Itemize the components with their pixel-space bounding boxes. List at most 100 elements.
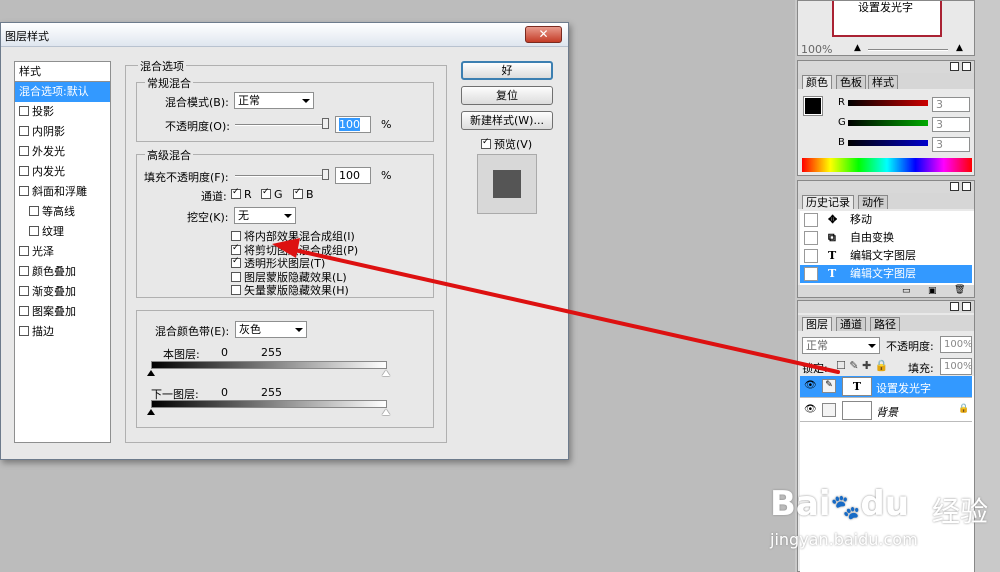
new-style-button[interactable]: 新建样式(W)... — [461, 111, 553, 130]
close-icon[interactable] — [962, 182, 971, 191]
new-document-icon[interactable]: ▭ — [902, 286, 911, 296]
fill-slider-track[interactable] — [235, 175, 327, 177]
knockout-select[interactable]: 无 — [234, 207, 296, 224]
eye-icon[interactable]: 👁 — [804, 380, 817, 391]
style-list-item[interactable]: 光泽 — [15, 242, 110, 262]
history-snapshot-box[interactable] — [804, 213, 818, 227]
checkbox-icon[interactable] — [19, 186, 29, 196]
style-list-item[interactable]: 图案叠加 — [15, 302, 110, 322]
navigator-zoom-slider[interactable] — [868, 49, 948, 51]
lock-icons[interactable]: ☐ ✎ ✚ 🔒 — [836, 359, 888, 372]
channel-slider[interactable] — [848, 140, 928, 146]
layer-name[interactable]: 设置发光字 — [876, 380, 931, 396]
opacity-slider-track[interactable] — [235, 124, 327, 126]
history-item[interactable]: T 编辑文字图层 — [800, 247, 972, 265]
panel-tab[interactable]: 图层 — [802, 317, 832, 331]
style-list-item[interactable]: 描边 — [15, 322, 110, 342]
eye-icon[interactable]: 👁 — [804, 404, 817, 415]
checkbox-icon[interactable] — [19, 166, 29, 176]
panel-tab[interactable]: 通道 — [836, 317, 866, 331]
under-layer-black-handle[interactable] — [147, 409, 155, 415]
history-snapshot-box[interactable] — [804, 249, 818, 263]
this-layer-black-handle[interactable] — [147, 370, 155, 376]
dialog-titlebar[interactable]: 图层样式 ✕ — [1, 23, 568, 47]
opacity-slider-thumb[interactable] — [322, 118, 329, 129]
channel-b-checkbox[interactable]: B — [293, 187, 314, 201]
close-icon[interactable] — [962, 302, 971, 311]
checkbox-icon[interactable] — [29, 226, 39, 236]
checkbox-icon[interactable] — [29, 206, 39, 216]
under-layer-white-handle[interactable] — [382, 409, 390, 415]
history-item[interactable]: T 编辑文字图层 — [800, 265, 972, 283]
style-list-item[interactable]: 内阴影 — [15, 122, 110, 142]
snapshot-icon[interactable]: ▣ — [928, 286, 937, 296]
panel-tab[interactable]: 动作 — [858, 195, 888, 209]
checkbox-icon[interactable] — [19, 146, 29, 156]
channel-g-checkbox[interactable]: G — [261, 187, 283, 201]
layer-opacity-input[interactable]: 100% — [940, 336, 973, 353]
fill-slider-thumb[interactable] — [322, 169, 329, 180]
checkbox-icon[interactable] — [19, 246, 29, 256]
layer-row[interactable]: 👁 背景 🔒 — [800, 400, 972, 422]
brush-link-icon[interactable] — [822, 403, 836, 417]
panel-tab[interactable]: 色板 — [836, 75, 866, 89]
channel-slider[interactable] — [848, 100, 928, 106]
history-item[interactable]: ⧉ 自由变换 — [800, 229, 972, 247]
ok-button[interactable]: 好 — [461, 61, 553, 80]
trash-icon[interactable]: 🗑 — [954, 285, 965, 295]
minimize-icon[interactable] — [950, 182, 959, 191]
fill-opacity-input[interactable]: 100 — [335, 167, 371, 184]
style-list-item[interactable]: 斜面和浮雕 — [15, 182, 110, 202]
navigator-zoom-out-icon[interactable]: ▲ — [854, 43, 861, 53]
history-item[interactable]: ✥ 移动 — [800, 211, 972, 229]
color-spectrum[interactable] — [802, 158, 972, 172]
channel-value-input[interactable]: 3 — [932, 137, 970, 152]
style-list-item[interactable]: 混合选项:默认 — [15, 82, 110, 102]
checkbox-icon[interactable] — [19, 326, 29, 336]
foreground-swatch[interactable] — [803, 96, 823, 116]
preview-checkbox[interactable]: 预览(V) — [481, 136, 532, 152]
panel-tab[interactable]: 颜色 — [802, 75, 832, 89]
style-list-item[interactable]: 颜色叠加 — [15, 262, 110, 282]
style-list-item[interactable]: 等高线 — [15, 202, 110, 222]
minimize-icon[interactable] — [950, 62, 959, 71]
brush-link-icon[interactable]: ✎ — [822, 379, 836, 393]
this-layer-white-handle[interactable] — [382, 370, 390, 376]
panel-tab[interactable]: 历史记录 — [802, 195, 854, 209]
layer-blend-select[interactable]: 正常 — [802, 337, 880, 354]
checkbox-icon[interactable] — [19, 106, 29, 116]
advanced-option-checkbox[interactable]: 矢量蒙版隐藏效果(H) — [231, 282, 349, 298]
navigator-zoom-in-icon[interactable]: ▲ — [956, 43, 963, 53]
color-panel-titlebar[interactable] — [798, 61, 974, 73]
history-titlebar[interactable] — [798, 181, 974, 193]
close-icon[interactable] — [962, 62, 971, 71]
style-list-item[interactable]: 外发光 — [15, 142, 110, 162]
layer-name[interactable]: 背景 — [876, 404, 898, 420]
history-snapshot-box[interactable] — [804, 267, 818, 281]
layers-titlebar[interactable] — [798, 301, 974, 313]
checkbox-icon[interactable] — [19, 286, 29, 296]
blend-mode-select[interactable]: 正常 — [234, 92, 314, 109]
blend-if-select[interactable]: 灰色 — [235, 321, 307, 338]
layer-row[interactable]: 👁 ✎ T 设置发光字 — [800, 376, 972, 398]
navigator-zoom[interactable]: 100% — [801, 43, 832, 56]
panel-tab[interactable]: 样式 — [868, 75, 898, 89]
channel-value-input[interactable]: 3 — [932, 97, 970, 112]
reset-button[interactable]: 复位 — [461, 86, 553, 105]
checkbox-icon[interactable] — [19, 306, 29, 316]
style-list-item[interactable]: 投影 — [15, 102, 110, 122]
close-button[interactable]: ✕ — [525, 26, 562, 43]
opacity-input[interactable]: 100 — [335, 116, 371, 133]
channel-r-checkbox[interactable]: R — [231, 187, 252, 201]
checkbox-icon[interactable] — [19, 266, 29, 276]
channel-value-input[interactable]: 3 — [932, 117, 970, 132]
style-list-item[interactable]: 纹理 — [15, 222, 110, 242]
checkbox-icon[interactable] — [19, 126, 29, 136]
style-list-item[interactable]: 渐变叠加 — [15, 282, 110, 302]
history-snapshot-box[interactable] — [804, 231, 818, 245]
layer-fill-input[interactable]: 100% — [940, 358, 973, 375]
minimize-icon[interactable] — [950, 302, 959, 311]
channel-slider[interactable] — [848, 120, 928, 126]
panel-tab[interactable]: 路径 — [870, 317, 900, 331]
style-list-item[interactable]: 内发光 — [15, 162, 110, 182]
